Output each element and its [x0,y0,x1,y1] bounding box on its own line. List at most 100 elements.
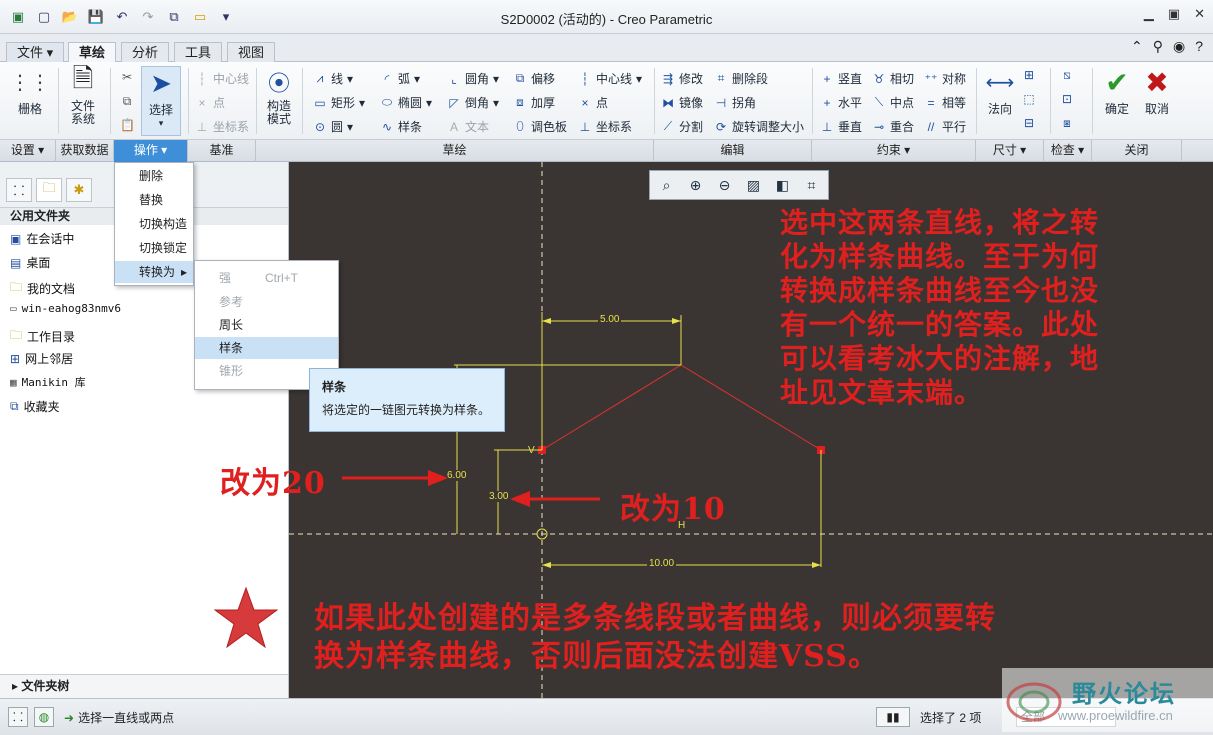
collapse-ribbon-icon[interactable]: ⌃ [1131,38,1143,55]
reference-icon[interactable]: ⬚ [1022,92,1036,106]
folder-computer[interactable]: ▭ win-eahog83nmv6 [10,302,121,315]
sketch-csys-button[interactable]: ⊥ 坐标系 [578,118,632,135]
circle-button[interactable]: ⊙ 圆 ▾ [313,118,353,135]
submenu-perimeter[interactable]: 周长 [195,314,338,336]
folder-manikin-library[interactable]: ▦ Manikin 库 [10,374,86,390]
tab-tools[interactable]: 工具 [174,42,223,62]
group-inspect[interactable]: 检查 ▾ [1044,140,1092,162]
modify-button[interactable]: ⇶ 修改 [661,70,703,87]
group-sketch[interactable]: 草绘 [256,140,654,162]
tab-file[interactable]: 文件 ▾ [6,42,65,62]
datum-centerline-button[interactable]: ┆ 中心线 [195,70,249,87]
submenu-strong[interactable]: 强 Ctrl+T [195,267,338,289]
datum-csys-button[interactable]: ⊥ 坐标系 [195,118,249,135]
sketch-point-button[interactable]: × 点 [578,94,608,111]
delete-segment-button[interactable]: ⌗ 删除段 [714,70,768,87]
cut-icon[interactable]: ✂ [120,70,134,84]
folder-network[interactable]: ⊞ 网上邻居 [10,350,73,367]
vertical-constraint-button[interactable]: + 竖直 [820,70,862,87]
spline-button[interactable]: ∿ 样条 [380,118,422,135]
dimension-top[interactable]: 5.00 [598,314,622,325]
mirror-button[interactable]: ⧓ 镜像 [661,94,703,111]
paste-icon[interactable]: 📋 [120,118,135,132]
group-setup[interactable]: 设置 ▾ [0,140,56,162]
tab-view[interactable]: 视图 [227,42,276,62]
folder-tree-toggle[interactable]: ▸ 文件夹树 [0,674,288,698]
coincident-constraint-button[interactable]: ⊸ 重合 [872,118,914,135]
refit-icon[interactable]: ⌕ [653,174,680,196]
navigator-toggle-icon[interactable]: ⸬ [8,707,28,727]
ellipse-button[interactable]: ⬭ 椭圆 ▾ [380,94,432,111]
folder-in-session[interactable]: ▣ 在会话中 [10,230,74,247]
folder-my-documents[interactable]: 🗀 我的文档 [10,278,75,299]
selection-filter-icon[interactable]: ▮▮ [876,707,910,727]
midpoint-constraint-button[interactable]: ⟍ 中点 [872,94,914,111]
shade-closed-loops-icon[interactable]: ⧆ [1060,116,1074,131]
corner-button[interactable]: ⊣ 拐角 [714,94,756,111]
construction-mode-button[interactable]: ⦿ 构造 模式 [262,66,296,126]
ref-dimension-icon[interactable]: ⊟ [1022,116,1036,130]
ok-button[interactable]: ✔ 确定 [1100,66,1134,117]
group-datum[interactable]: 基准 [188,140,256,162]
parallel-constraint-button[interactable]: //平行 [924,118,966,135]
highlight-open-ends-icon[interactable]: ⊡ [1060,92,1074,106]
menu-delete[interactable]: 删除 [115,165,193,187]
close-icon[interactable]: ✕ [1194,6,1205,22]
horizontal-constraint-button[interactable]: + 水平 [820,94,862,111]
group-operations[interactable]: 操作 ▾ [114,140,188,162]
sketch-centerline-button[interactable]: ┆ 中心线 ▾ [578,70,642,87]
model-tree-tab[interactable]: ⸬ [6,178,32,202]
minimize-icon[interactable]: ▁ [1144,6,1154,22]
fillet-button[interactable]: ⌞ 圆角 ▾ [447,70,499,87]
maximize-icon[interactable]: ▣ [1168,6,1180,22]
datum-point-button[interactable]: × 点 [195,94,225,111]
dimension-left-small[interactable]: 3.00 [487,491,511,502]
search-icon[interactable]: ⚲ [1153,38,1163,55]
menu-toggle-construction[interactable]: 切换构造 [115,213,193,235]
help-icon[interactable]: ? [1195,38,1203,55]
group-constrain[interactable]: 约束 ▾ [812,140,976,162]
perpendicular-constraint-button[interactable]: ⊥ 垂直 [820,118,862,135]
symmetric-constraint-button[interactable]: ⁺⁺ 对称 [924,70,966,87]
folder-favorites[interactable]: ⧉ 收藏夹 [10,398,60,415]
sketch-display-icon[interactable]: ⌗ [798,174,825,196]
select-button[interactable]: ➤ 选择 ▾ [141,66,181,136]
browser-toggle-icon[interactable]: ◍ [34,707,54,727]
palette-button[interactable]: ⬯ 调色板 [513,118,567,135]
tab-analysis[interactable]: 分析 [121,42,170,62]
normal-dimension-button[interactable]: ⟷ 法向 [982,66,1018,117]
file-system-button[interactable]: 🗎 文件 系统 [62,63,104,126]
submenu-spline[interactable]: 样条 [195,337,338,359]
rectangle-button[interactable]: ▭ 矩形 ▾ [313,94,365,111]
menu-replace[interactable]: 替换 [115,189,193,211]
divide-button[interactable]: ⟋ 分割 [661,118,703,135]
group-dimension[interactable]: 尺寸 ▾ [976,140,1044,162]
community-icon[interactable]: ◉ [1173,38,1185,55]
line-button[interactable]: ⩘ 线 ▾ [313,70,353,87]
copy-icon[interactable]: ⧉ [120,94,134,109]
display-style-icon[interactable]: ◧ [769,174,796,196]
equal-constraint-button[interactable]: = 相等 [924,94,966,111]
grid-button[interactable]: ⋮⋮ 栅格 [10,66,50,117]
cancel-button[interactable]: ✖ 取消 [1140,66,1174,117]
group-close[interactable]: 关闭 [1092,140,1182,162]
folder-desktop[interactable]: ▤ 桌面 [10,254,50,271]
favorites-tab[interactable]: ✱ [66,178,92,202]
chamfer-button[interactable]: ◸ 倒角 ▾ [447,94,499,111]
repaint-icon[interactable]: ▨ [740,174,767,196]
dimension-bottom[interactable]: 10.00 [647,558,677,569]
zoom-out-icon[interactable]: ⊖ [711,174,738,196]
overlapping-geometry-icon[interactable]: ⧅ [1060,68,1074,83]
submenu-reference[interactable]: 参考 [195,291,338,313]
baseline-icon[interactable]: ⊞ [1022,68,1036,82]
thicken-button[interactable]: ⧈ 加厚 [513,94,555,111]
arc-button[interactable]: ◜ 弧 ▾ [380,70,420,87]
folder-working-directory[interactable]: 🗀 工作目录 [10,326,75,347]
menu-convert-to[interactable]: 转换为 ▸ [115,261,193,283]
rotate-resize-button[interactable]: ⟳ 旋转调整大小 [714,118,804,135]
menu-toggle-lock[interactable]: 切换锁定 [115,237,193,259]
text-button[interactable]: A 文本 [447,118,489,135]
tangent-constraint-button[interactable]: ♉ 相切 [872,70,914,87]
folder-browser-tab[interactable]: 🗀 [36,178,62,202]
group-get-data[interactable]: 获取数据 [56,140,114,162]
